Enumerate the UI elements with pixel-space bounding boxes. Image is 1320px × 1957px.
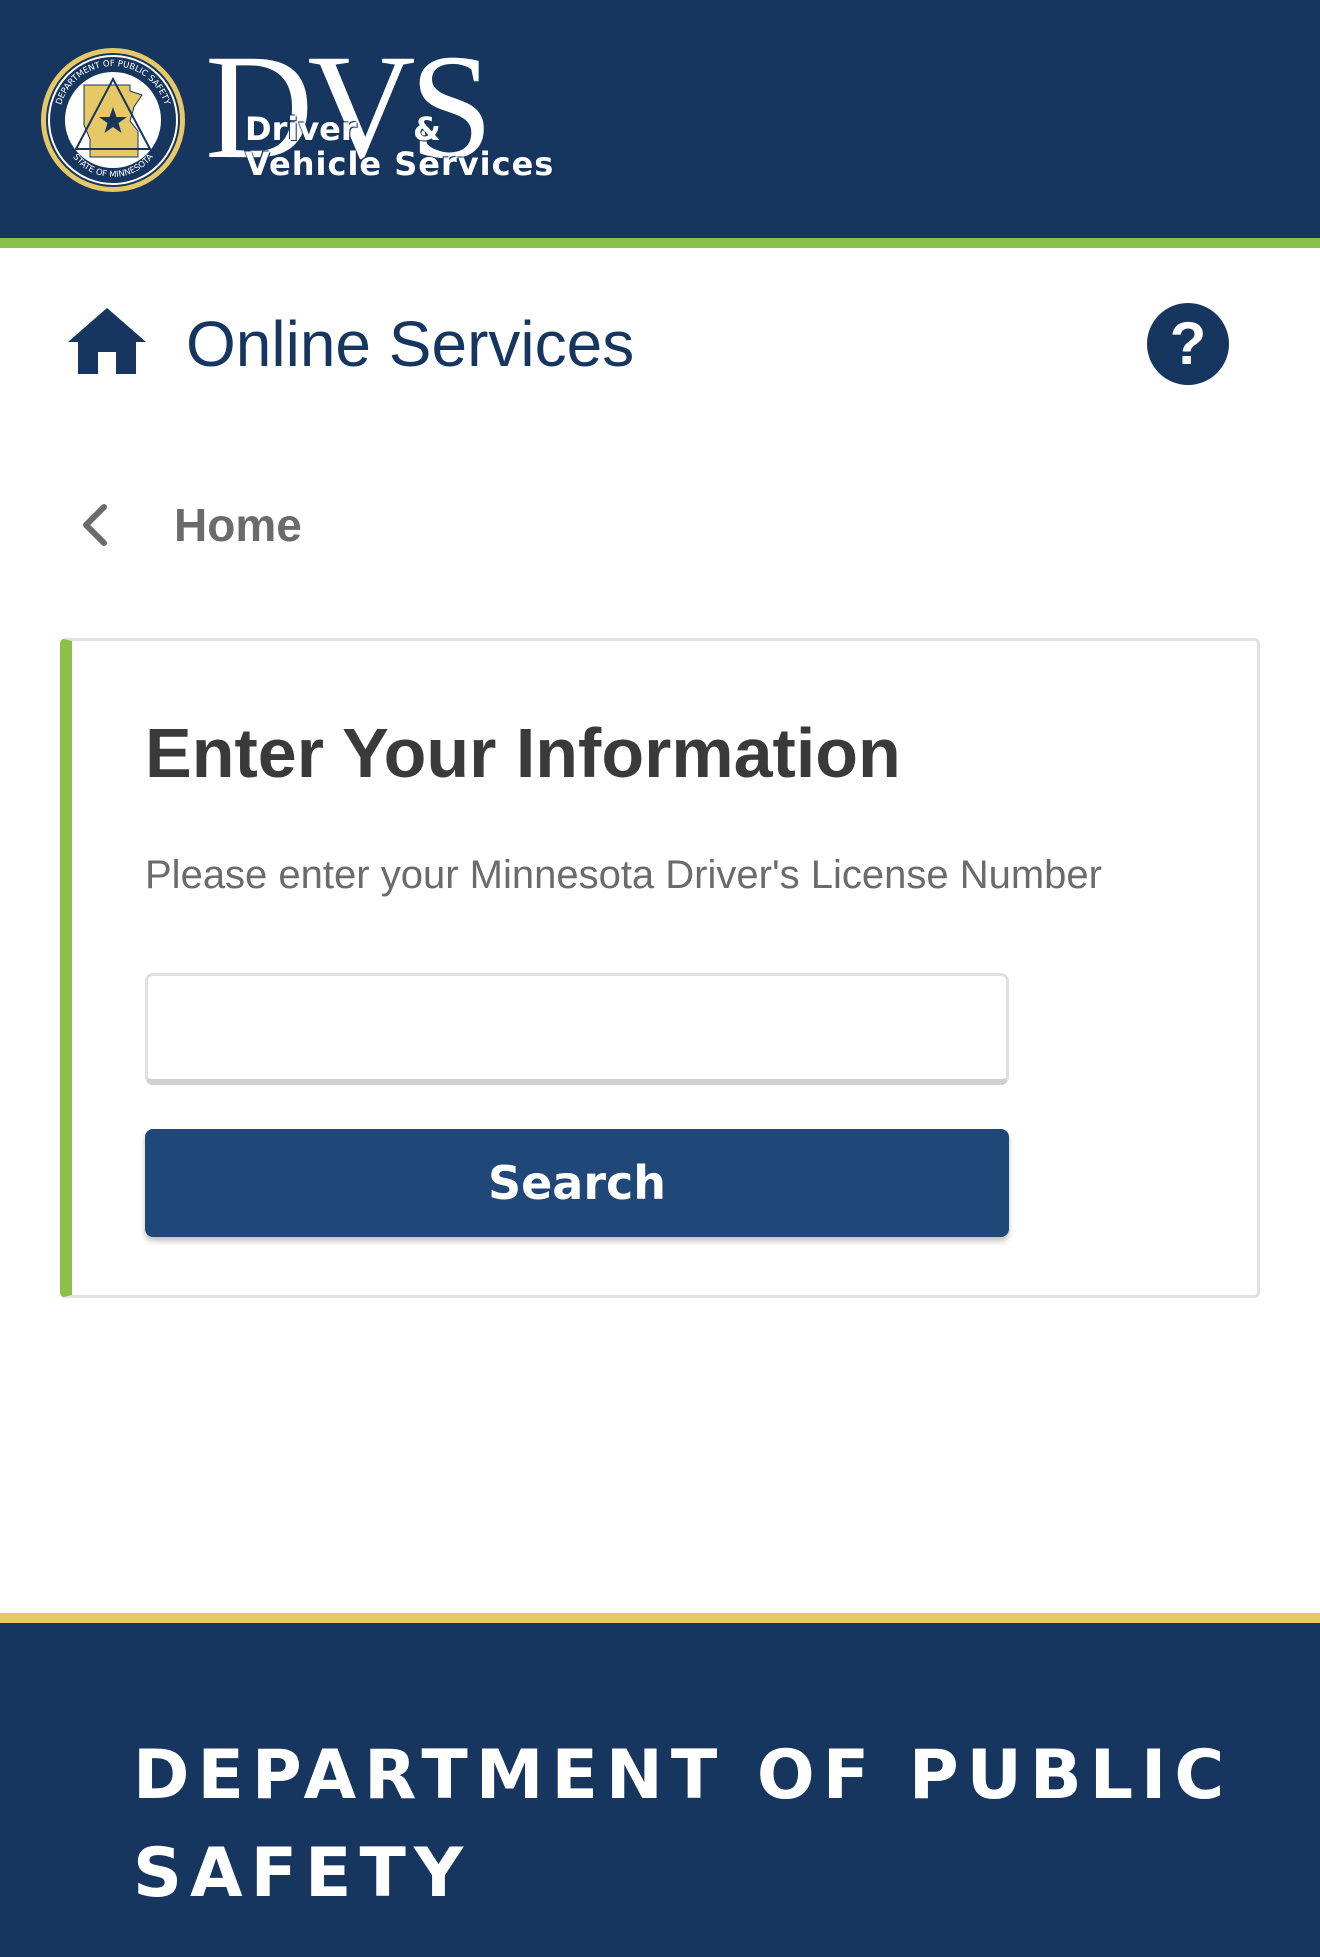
form-title: Enter Your Information <box>145 714 901 792</box>
online-services-title[interactable]: Online Services <box>186 306 634 382</box>
back-to-home-link[interactable]: Home <box>78 497 302 553</box>
license-prompt: Please enter your Minnesota Driver's Lic… <box>145 853 1102 897</box>
footer-accent-stripe <box>0 1613 1320 1623</box>
help-button[interactable]: ? <box>1147 303 1229 385</box>
back-link-label: Home <box>174 499 302 551</box>
header-accent-stripe <box>0 238 1320 248</box>
dvs-logo-line1: Driver <box>245 110 357 148</box>
mn-seal-icon[interactable]: DEPARTMENT OF PUBLIC SAFETY STATE OF MIN… <box>38 45 188 195</box>
dvs-logo[interactable]: DVS Driver & Vehicle Services <box>205 32 645 195</box>
question-icon: ? <box>1169 310 1207 377</box>
site-header: DEPARTMENT OF PUBLIC SAFETY STATE OF MIN… <box>0 0 1320 238</box>
site-footer: DEPARTMENT OF PUBLIC SAFETY <box>0 1623 1320 1957</box>
dvs-logo-line2: Vehicle Services <box>245 145 555 183</box>
dvs-logo-ampersand: & <box>413 110 441 148</box>
home-icon[interactable] <box>66 306 148 376</box>
chevron-left-icon <box>83 504 107 546</box>
page: DEPARTMENT OF PUBLIC SAFETY STATE OF MIN… <box>0 0 1320 1957</box>
search-button[interactable]: Search <box>145 1129 1009 1237</box>
license-number-input[interactable] <box>145 973 1009 1085</box>
footer-department-title: DEPARTMENT OF PUBLIC SAFETY <box>133 1736 1233 1913</box>
license-lookup-card: Enter Your Information Please enter your… <box>60 638 1260 1298</box>
